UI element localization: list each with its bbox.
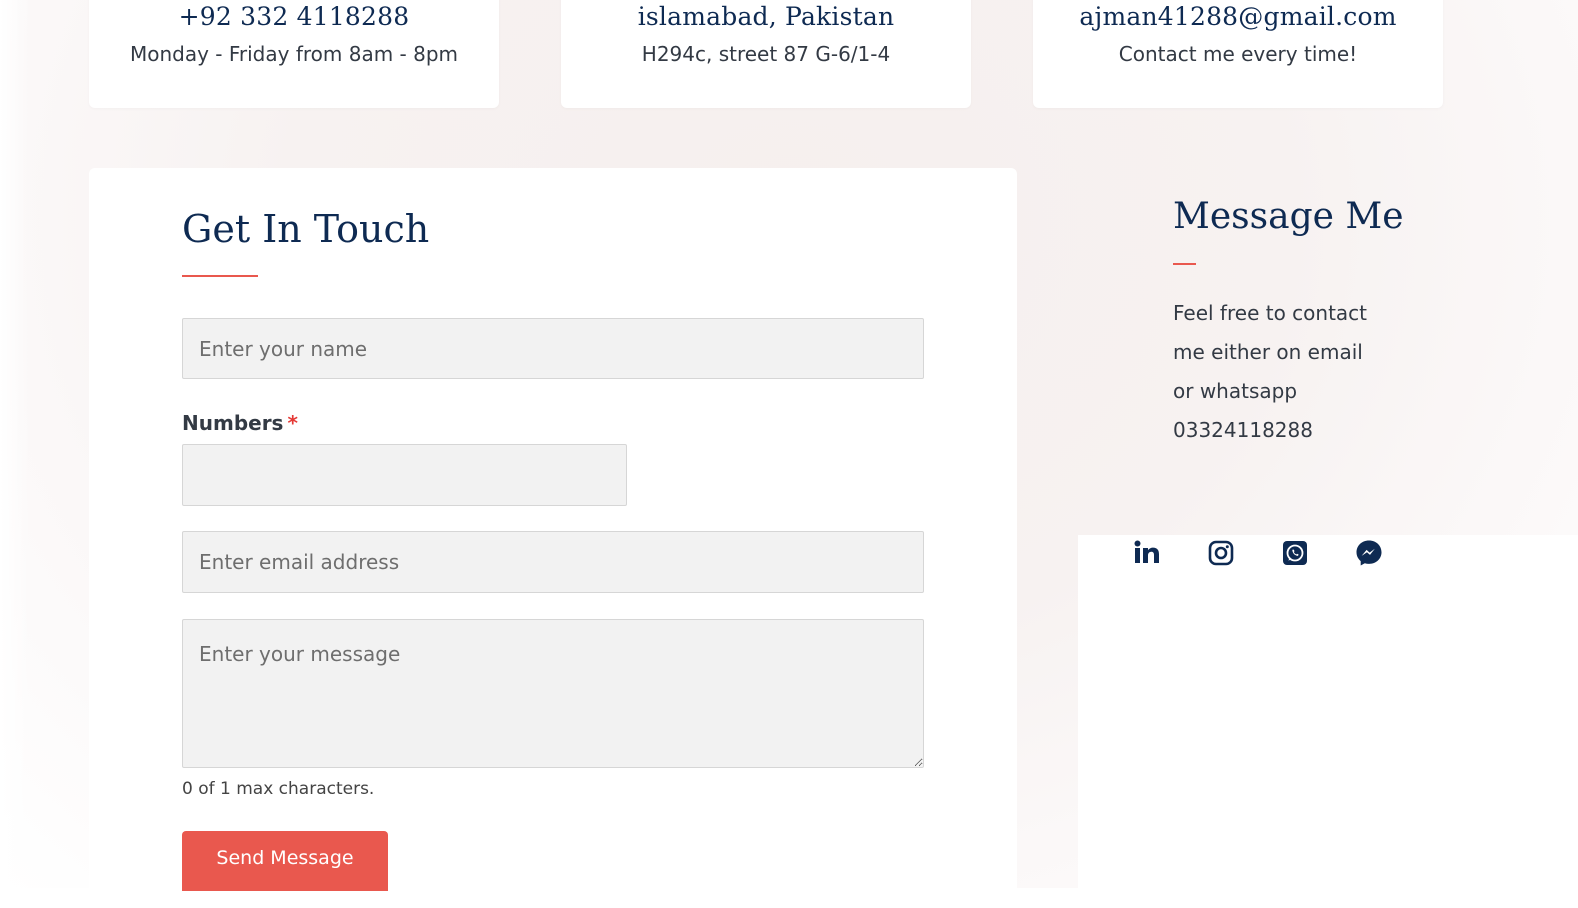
address-street: H294c, street 87 G-6/1-4: [641, 42, 891, 66]
linkedin-icon-glyph: [1134, 540, 1159, 563]
linkedin-icon[interactable]: [1131, 537, 1163, 569]
form-title: Get In Touch: [182, 207, 430, 251]
numbers-input[interactable]: [182, 444, 627, 506]
phone-card: +92 332 4118288 Monday - Friday from 8am…: [89, 0, 499, 108]
send-message-button[interactable]: Send Message: [182, 831, 388, 891]
numbers-label-text: Numbers: [182, 411, 284, 435]
email-card: ajman41288@gmail.com Contact me every ti…: [1033, 0, 1443, 108]
message-textarea[interactable]: [182, 619, 924, 768]
background-edge: [0, 0, 30, 888]
email-note: Contact me every time!: [1118, 42, 1358, 66]
form-title-underline: [182, 275, 258, 277]
whatsapp-icon-glyph: [1283, 541, 1307, 565]
character-counter: 0 of 1 max characters.: [182, 779, 375, 799]
messenger-icon[interactable]: [1353, 537, 1385, 569]
messenger-icon-glyph: [1356, 540, 1382, 566]
required-indicator: *: [287, 411, 298, 435]
numbers-label: Numbers *: [182, 411, 298, 435]
sidebar-title-underline: [1173, 263, 1196, 265]
name-input[interactable]: [182, 318, 924, 379]
instagram-icon[interactable]: [1205, 537, 1237, 569]
sidebar-title: Message Me: [1173, 196, 1404, 237]
phone-number[interactable]: +92 332 4118288: [89, 2, 499, 31]
whatsapp-icon[interactable]: [1279, 537, 1311, 569]
email-input[interactable]: [182, 531, 924, 593]
address-city: islamabad, Pakistan: [637, 2, 895, 31]
background-panel: [1078, 535, 1578, 888]
address-card: islamabad, Pakistan H294c, street 87 G-6…: [561, 0, 971, 108]
sidebar-description: Feel free to contact me either on email …: [1173, 301, 1368, 442]
phone-hours: Monday - Friday from 8am - 8pm: [129, 42, 459, 66]
instagram-icon-glyph: [1208, 540, 1234, 566]
email-address[interactable]: ajman41288@gmail.com: [1033, 2, 1443, 31]
